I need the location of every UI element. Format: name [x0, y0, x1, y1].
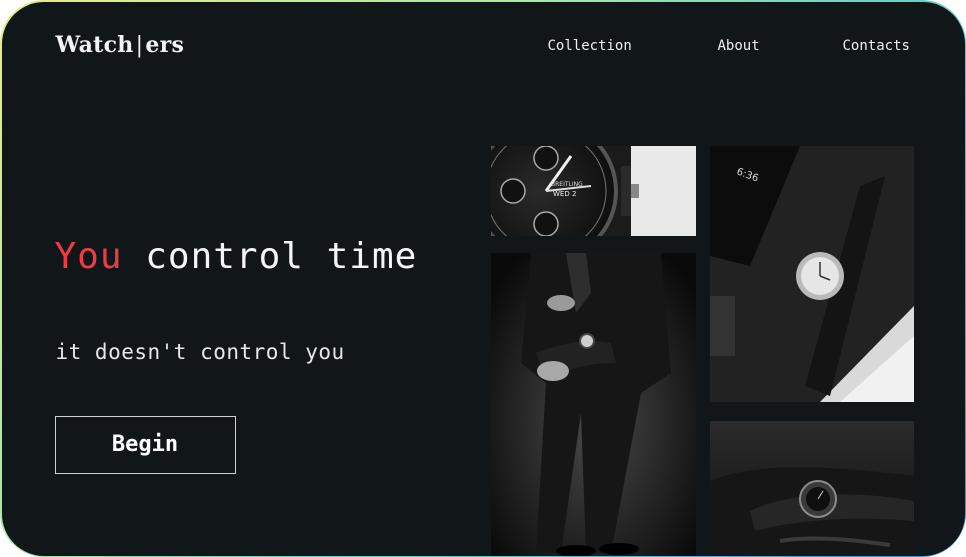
- photo-man-in-suit: [490, 252, 696, 556]
- headline-accent-word: You: [54, 235, 123, 277]
- watch-on-leather-image: [709, 420, 914, 556]
- watch-dial-image: BREITLING WED 2: [490, 145, 696, 236]
- landing-page: Watch|ers Collection About Contacts You …: [1, 1, 965, 556]
- hero-subline: it doesn't control you: [55, 339, 345, 364]
- nav-link-contacts[interactable]: Contacts: [843, 38, 910, 54]
- watch-with-phone-image: 6:36: [709, 145, 914, 402]
- svg-text:BREITLING: BREITLING: [551, 181, 583, 188]
- brand-logo[interactable]: Watch|ers: [56, 32, 185, 58]
- logo-text-right: ers: [145, 31, 185, 58]
- device-frame: Watch|ers Collection About Contacts You …: [0, 0, 966, 557]
- nav-link-collection[interactable]: Collection: [548, 38, 632, 54]
- photo-watch-dial: BREITLING WED 2: [490, 145, 696, 236]
- hero-headline: You control time: [55, 236, 418, 277]
- headline-rest: control time: [145, 235, 418, 277]
- svg-text:WED 2: WED 2: [553, 190, 576, 198]
- begin-button[interactable]: Begin: [54, 415, 236, 474]
- man-in-suit-image: [490, 252, 696, 556]
- logo-text-left: Watch: [55, 31, 134, 58]
- logo-separator: |: [135, 32, 144, 58]
- photo-watch-with-phone: 6:36: [709, 145, 914, 402]
- photo-watch-on-leather: [709, 420, 914, 556]
- nav-link-about[interactable]: About: [718, 38, 760, 54]
